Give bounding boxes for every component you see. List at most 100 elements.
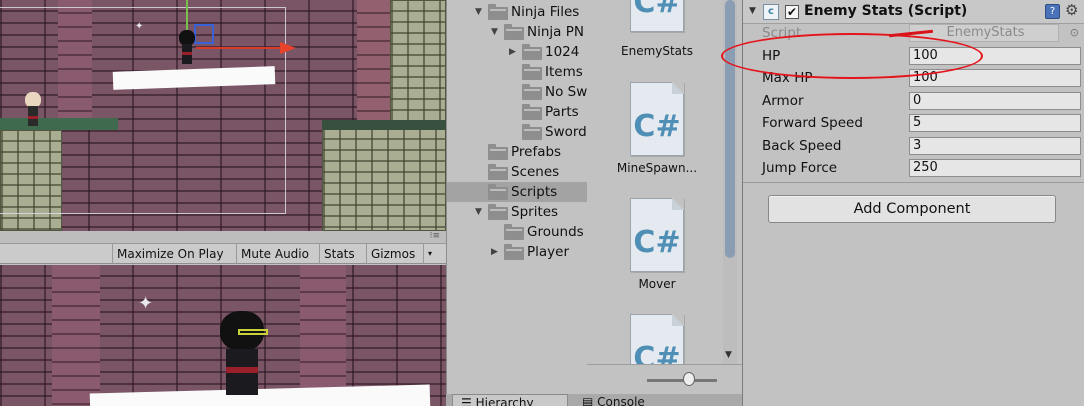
- back-speed-input[interactable]: 3: [909, 137, 1081, 155]
- object-picker-icon[interactable]: ⊙: [1070, 26, 1079, 39]
- console-icon: ▤: [582, 395, 594, 406]
- ninja-sprite: [216, 311, 272, 397]
- asset-minespawn[interactable]: C# MineSpawn...: [617, 82, 697, 175]
- field-back-speed: Back Speed 3: [743, 135, 1084, 157]
- expanded-arrow-icon[interactable]: ▼: [475, 2, 485, 22]
- folder-player[interactable]: ▶ Player: [447, 242, 587, 262]
- collapsed-arrow-icon[interactable]: ▶: [491, 242, 501, 262]
- asset-name: EnemyStats: [621, 44, 693, 58]
- field-jump-force: Jump Force 250: [743, 157, 1084, 179]
- forward-speed-input[interactable]: 5: [909, 114, 1081, 132]
- asset-enemystats[interactable]: C# EnemyStats: [621, 0, 693, 58]
- folder-label: Sword: [545, 124, 587, 140]
- folder-label: 1024: [545, 44, 580, 60]
- gizmo-x-arrow-icon[interactable]: [280, 42, 296, 54]
- field-label: Max HP: [762, 70, 813, 86]
- game-view-toolbar: Maximize On Play Mute Audio Stats Gizmos…: [0, 243, 446, 264]
- folder-parts[interactable]: Parts: [447, 102, 587, 122]
- folder-icon: [522, 104, 542, 120]
- gizmos-toggle[interactable]: Gizmos: [366, 244, 419, 264]
- icon-size-slider[interactable]: [647, 379, 717, 382]
- csharp-script-icon: C#: [630, 0, 684, 32]
- scrollbar-thumb[interactable]: [725, 0, 735, 258]
- folder-no-sw[interactable]: No Sw: [447, 82, 587, 102]
- tab-hierarchy[interactable]: ☰ Hierarchy: [452, 394, 568, 406]
- shuriken-icon: ✦: [138, 293, 154, 314]
- icon-size-slider-knob[interactable]: [683, 372, 695, 386]
- folder-icon: [488, 164, 508, 180]
- folder-items[interactable]: Items: [447, 62, 587, 82]
- folder-label: Prefabs: [511, 144, 562, 160]
- folder-ninja-files[interactable]: ▼ Ninja Files: [447, 2, 587, 22]
- max-hp-input[interactable]: 100: [909, 69, 1081, 87]
- expanded-arrow-icon[interactable]: ▼: [491, 22, 501, 42]
- folder-prefabs[interactable]: Prefabs: [447, 142, 587, 162]
- ninja-sprite[interactable]: [176, 30, 198, 66]
- moss-ground: [322, 120, 446, 130]
- expanded-arrow-icon[interactable]: ▼: [475, 202, 485, 222]
- expanded-arrow-icon[interactable]: ▼: [749, 6, 756, 16]
- player-sprite[interactable]: [22, 92, 44, 128]
- folder-label: Items: [545, 64, 583, 80]
- add-component-button[interactable]: Add Component: [768, 195, 1056, 223]
- asset-scrollbar[interactable]: ▼: [723, 0, 737, 364]
- stone-tower: [390, 0, 446, 126]
- component-divider: [743, 182, 1084, 183]
- folder-label: Sprites: [511, 204, 559, 220]
- panel-menu-icon[interactable]: ⁝≡: [430, 231, 440, 241]
- component-enabled-checkbox[interactable]: ✔: [785, 5, 799, 19]
- stats-toggle[interactable]: Stats: [319, 244, 359, 264]
- collapsed-arrow-icon[interactable]: ▶: [509, 42, 519, 62]
- help-book-icon[interactable]: ?: [1045, 4, 1060, 19]
- field-hp: HP 100: [743, 45, 1084, 67]
- game-view-tab-strip: ⁝≡: [0, 231, 446, 243]
- folder-grounds[interactable]: Grounds: [447, 222, 587, 242]
- folder-icon: [522, 84, 542, 100]
- maximize-on-play-toggle[interactable]: Maximize On Play: [112, 244, 228, 264]
- folder-ninja-pn[interactable]: ▼ Ninja PN: [447, 22, 587, 42]
- bottom-tab-strip: ☰ Hierarchy ▤ Console: [446, 394, 742, 406]
- inspector-panel: ▼ c ✔ Enemy Stats (Script) ? ⚙ Script En…: [742, 0, 1084, 406]
- hp-input[interactable]: 100: [909, 47, 1081, 65]
- component-header[interactable]: ▼ c ✔ Enemy Stats (Script) ? ⚙: [743, 0, 1084, 24]
- field-label: Jump Force: [762, 160, 838, 176]
- folder-tree: ▼ Ninja Files ▼ Ninja PN ▶ 1024 Items No…: [447, 0, 587, 394]
- folder-sprites[interactable]: ▼ Sprites: [447, 202, 587, 222]
- tab-label: Hierarchy: [475, 396, 534, 406]
- mute-audio-toggle[interactable]: Mute Audio: [236, 244, 313, 264]
- field-label: Forward Speed: [762, 115, 863, 131]
- folder-icon: [488, 204, 508, 220]
- folder-scripts[interactable]: Scripts: [447, 182, 587, 202]
- game-view[interactable]: ✦: [0, 265, 446, 406]
- tab-console[interactable]: ▤ Console: [574, 394, 694, 406]
- scene-view[interactable]: ✦: [0, 0, 446, 231]
- gizmos-dropdown-icon[interactable]: ▾: [423, 244, 436, 264]
- armor-input[interactable]: 0: [909, 92, 1081, 110]
- folder-sword[interactable]: Sword: [447, 122, 587, 142]
- folder-icon: [488, 184, 508, 200]
- field-armor: Armor 0: [743, 90, 1084, 112]
- hierarchy-icon: ☰: [461, 396, 472, 406]
- folder-icon: [504, 24, 524, 40]
- component-title: Enemy Stats (Script): [804, 3, 968, 19]
- tab-label: Console: [597, 395, 645, 406]
- csharp-script-icon: C#: [630, 198, 684, 272]
- wall-pillar: [52, 265, 100, 406]
- field-label: Script: [762, 25, 802, 41]
- jump-force-input[interactable]: 250: [909, 159, 1081, 177]
- field-label: HP: [762, 48, 781, 64]
- folder-label: Player: [527, 244, 570, 260]
- folder-label: Ninja PN: [527, 24, 584, 40]
- folder-icon: [488, 144, 508, 160]
- field-label: Armor: [762, 93, 804, 109]
- csharp-script-icon: C#: [630, 82, 684, 156]
- folder-1024[interactable]: ▶ 1024: [447, 42, 587, 62]
- asset-name: Mover: [638, 277, 676, 291]
- asset-mover[interactable]: C# Mover: [627, 198, 687, 291]
- script-reference-field[interactable]: EnemyStats: [909, 24, 1059, 42]
- scroll-down-arrow-icon[interactable]: ▼: [725, 350, 732, 360]
- field-max-hp: Max HP 100: [743, 67, 1084, 89]
- folder-scenes[interactable]: Scenes: [447, 162, 587, 182]
- field-label: Back Speed: [762, 138, 842, 154]
- gear-icon[interactable]: ⚙: [1065, 1, 1078, 19]
